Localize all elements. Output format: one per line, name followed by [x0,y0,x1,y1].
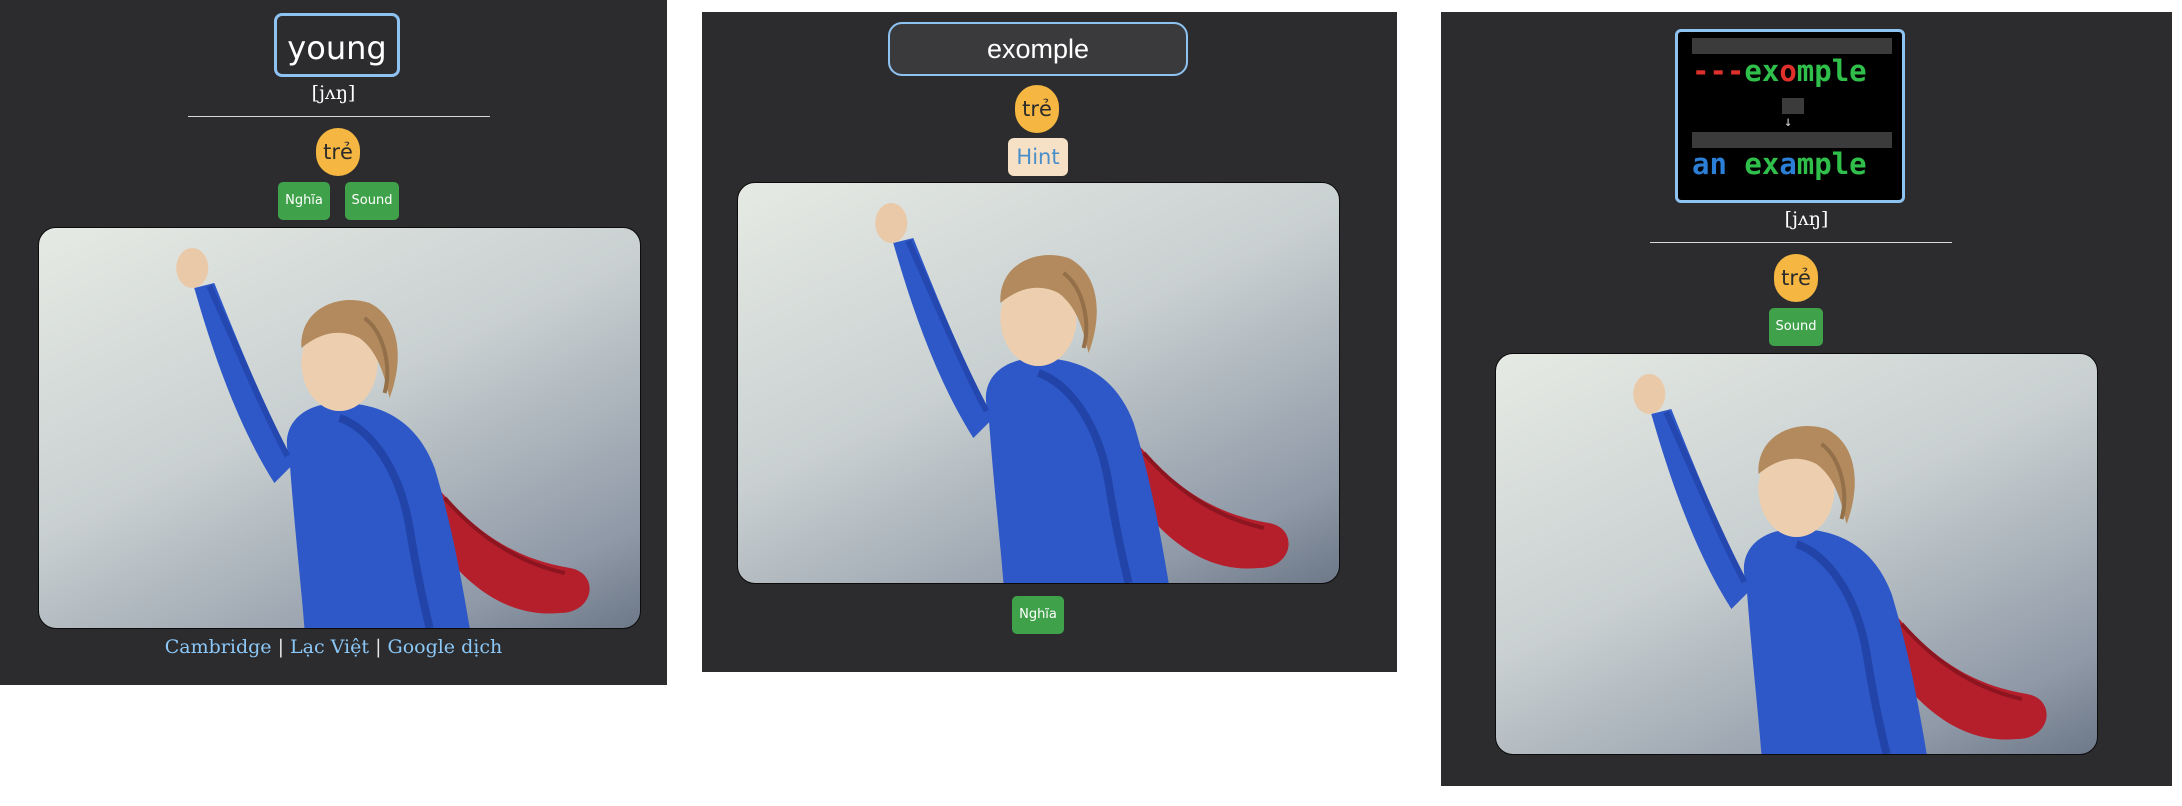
answer-diff-panel: ---exomple ↓ an example [1675,29,1905,203]
illustration-image [38,227,641,629]
missing-marker: --- [1692,54,1745,88]
correct-part: ex [1744,147,1780,181]
panel-word-card: young [jʌŋ] trẻ Nghĩa Sound Cambridge | … [0,0,667,685]
word-display[interactable]: young [274,13,400,77]
panel-result-card: ---exomple ↓ an example [jʌŋ] trẻ Sound [1441,12,2172,786]
cursor-block [1782,98,1804,114]
sound-button[interactable]: Sound [345,182,399,220]
correct-answer-line: an example [1692,147,1867,181]
meaning-badge: trẻ [1774,254,1818,302]
ipa-pronunciation: [jʌŋ] [1784,208,1829,230]
meaning-button[interactable]: Nghĩa [1012,596,1064,634]
missing-word: an [1692,147,1727,181]
answer-input[interactable] [888,22,1188,76]
divider [1650,242,1952,243]
link-separator: | [375,636,382,658]
google-translate-link[interactable]: Google dịch [388,636,503,658]
hint-button[interactable]: Hint [1008,138,1068,176]
link-separator: | [277,636,284,658]
cambridge-link[interactable]: Cambridge [165,636,272,658]
meaning-badge: trẻ [316,128,360,176]
meaning-button[interactable]: Nghĩa [278,182,330,220]
dictionary-links: Cambridge | Lạc Việt | Google dịch [0,636,667,658]
sound-button[interactable]: Sound [1769,308,1823,346]
typed-correct-part: mple [1796,54,1867,88]
panel-typing-card: trẻ Hint Nghĩa [702,12,1397,672]
ipa-pronunciation: [jʌŋ] [311,82,356,104]
correct-part: mple [1796,147,1867,181]
illustration-image [1495,353,2098,755]
arrow-down-icon: ↓ [1784,114,1793,130]
typed-correct-part: ex [1744,54,1780,88]
typed-answer-line: ---exomple [1692,54,1867,88]
meaning-badge: trẻ [1015,85,1059,133]
diff-bar [1692,132,1892,148]
typed-error-letter: o [1779,54,1797,88]
illustration-image [737,182,1340,584]
divider [188,116,490,117]
corrected-letter: a [1779,147,1797,181]
diff-bar [1692,38,1892,54]
lacviet-link[interactable]: Lạc Việt [290,636,369,658]
